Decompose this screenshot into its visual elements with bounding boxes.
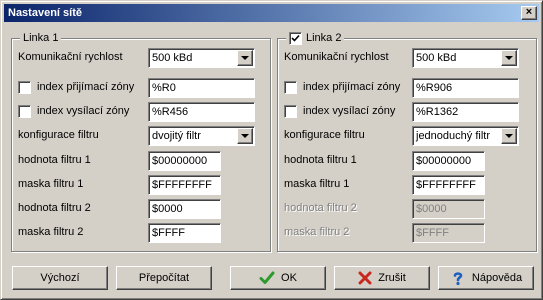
link1-tx-label: index vysílací zóny	[37, 105, 130, 117]
x-icon	[358, 271, 372, 285]
chevron-down-icon[interactable]	[237, 128, 253, 144]
chevron-down-icon[interactable]	[501, 128, 517, 144]
chevron-down-icon[interactable]	[237, 50, 253, 66]
question-icon	[453, 272, 463, 286]
link1-tx-field[interactable]: %R456	[148, 102, 255, 122]
cancel-button-label: Zrušit	[378, 272, 406, 284]
help-button-label: Nápověda	[471, 272, 523, 284]
link2-filter2-field: $0000	[412, 199, 485, 219]
window-title: Nastavení sítě	[8, 7, 82, 19]
link1-mask2-label: maska filtru 2	[18, 226, 84, 238]
close-icon: ×	[525, 6, 533, 18]
link1-speed-row: Komunikační rychlost 500 kBd	[12, 48, 270, 68]
link2-speed-select[interactable]: 500 kBd	[412, 48, 519, 68]
link2-filter1-row: hodnota filtru 1 $00000000	[278, 151, 536, 171]
link2-enable-checkbox[interactable]	[289, 31, 302, 45]
link2-rx-row: index přijímací zóny %R906	[278, 78, 536, 98]
link1-speed-value: 500 kBd	[152, 52, 193, 64]
link1-mask1-label: maska filtru 1	[18, 178, 84, 190]
link2-filter-cfg-row: konfigurace filtru jednoduchý filtr	[278, 126, 536, 146]
link1-legend-label: Linka 1	[23, 32, 59, 44]
link1-tx-checkbox[interactable]	[18, 105, 31, 118]
link1-rx-checkbox[interactable]	[18, 81, 31, 94]
link2-tx-label: index vysílací zóny	[303, 105, 396, 117]
link2-mask2-field: $FFFF	[412, 223, 485, 243]
link2-mask2-label: maska filtru 2	[284, 226, 350, 238]
link2-tx-row: index vysílací zóny %R1362	[278, 102, 536, 122]
link1-rx-row: index přijímací zóny %R0	[12, 78, 270, 98]
link2-filter-cfg-select[interactable]: jednoduchý filtr	[412, 126, 519, 146]
link1-mask2-field[interactable]: $FFFF	[148, 223, 221, 243]
link2-filter1-label: hodnota filtru 1	[284, 154, 357, 166]
link1-filter1-field[interactable]: $00000000	[148, 151, 221, 171]
link2-filter1-field[interactable]: $00000000	[412, 151, 485, 171]
link1-speed-select[interactable]: 500 kBd	[148, 48, 255, 68]
help-button[interactable]: Nápověda	[438, 266, 534, 290]
recalc-button[interactable]: Přepočítat	[116, 266, 212, 290]
link1-filter1-label: hodnota filtru 1	[18, 154, 91, 166]
link2-filter-cfg-value: jednoduchý filtr	[416, 130, 490, 142]
link2-tx-field[interactable]: %R1362	[412, 102, 519, 122]
link2-tx-checkbox[interactable]	[284, 105, 297, 118]
link1-legend: Linka 1	[20, 31, 62, 45]
link1-rx-label: index přijímací zóny	[37, 81, 135, 93]
link1-tx-row: index vysílací zóny %R456	[12, 102, 270, 122]
link1-filter-cfg-select[interactable]: dvojitý filtr	[148, 126, 255, 146]
link2-mask2-row: maska filtru 2 $FFFF	[278, 223, 536, 243]
link1-filter2-row: hodnota filtru 2 $0000	[12, 199, 270, 219]
link2-group: Linka 2 Komunikační rychlost 500 kBd ind…	[277, 31, 537, 252]
link2-rx-checkbox[interactable]	[284, 81, 297, 94]
default-button-label: Výchozí	[40, 272, 80, 284]
close-button[interactable]: ×	[521, 6, 537, 20]
link2-legend: Linka 2	[286, 31, 345, 45]
link2-filter2-label: hodnota filtru 2	[284, 202, 357, 214]
link2-filter2-row: hodnota filtru 2 $0000	[278, 199, 536, 219]
link1-filter-cfg-row: konfigurace filtru dvojitý filtr	[12, 126, 270, 146]
link1-filter-cfg-label: konfigurace filtru	[18, 129, 99, 141]
link1-filter1-row: hodnota filtru 1 $00000000	[12, 151, 270, 171]
check-icon	[291, 34, 300, 42]
title-bar[interactable]: Nastavení sítě ×	[4, 4, 539, 22]
recalc-button-label: Přepočítat	[138, 272, 190, 284]
link1-filter-cfg-value: dvojitý filtr	[152, 130, 201, 142]
link2-speed-row: Komunikační rychlost 500 kBd	[278, 48, 536, 68]
link2-filter-cfg-label: konfigurace filtru	[284, 129, 365, 141]
link1-filter2-label: hodnota filtru 2	[18, 202, 91, 214]
link1-mask1-field[interactable]: $FFFFFFFF	[148, 175, 221, 195]
link2-legend-label: Linka 2	[306, 32, 342, 44]
link1-mask1-row: maska filtru 1 $FFFFFFFF	[12, 175, 270, 195]
cancel-button[interactable]: Zrušit	[334, 266, 430, 290]
link2-mask1-label: maska filtru 1	[284, 178, 350, 190]
link1-group: Linka 1 Komunikační rychlost 500 kBd ind…	[11, 31, 271, 252]
link2-mask1-field[interactable]: $FFFFFFFF	[412, 175, 485, 195]
link2-rx-label: index přijímací zóny	[303, 81, 401, 93]
default-button[interactable]: Výchozí	[12, 266, 108, 290]
link2-rx-field[interactable]: %R906	[412, 78, 519, 98]
link1-speed-label: Komunikační rychlost	[18, 51, 123, 63]
dialog-window: Nastavení sítě × Linka 1 Komunikační ryc…	[0, 0, 543, 300]
ok-button-label: OK	[281, 272, 297, 284]
ok-button[interactable]: OK	[230, 266, 326, 290]
link1-mask2-row: maska filtru 2 $FFFF	[12, 223, 270, 243]
link2-speed-value: 500 kBd	[416, 52, 457, 64]
chevron-down-icon[interactable]	[501, 50, 517, 66]
link2-speed-label: Komunikační rychlost	[284, 51, 389, 63]
link2-mask1-row: maska filtru 1 $FFFFFFFF	[278, 175, 536, 195]
link1-rx-field[interactable]: %R0	[148, 78, 255, 98]
link1-filter2-field[interactable]: $0000	[148, 199, 221, 219]
check-icon	[259, 271, 275, 284]
